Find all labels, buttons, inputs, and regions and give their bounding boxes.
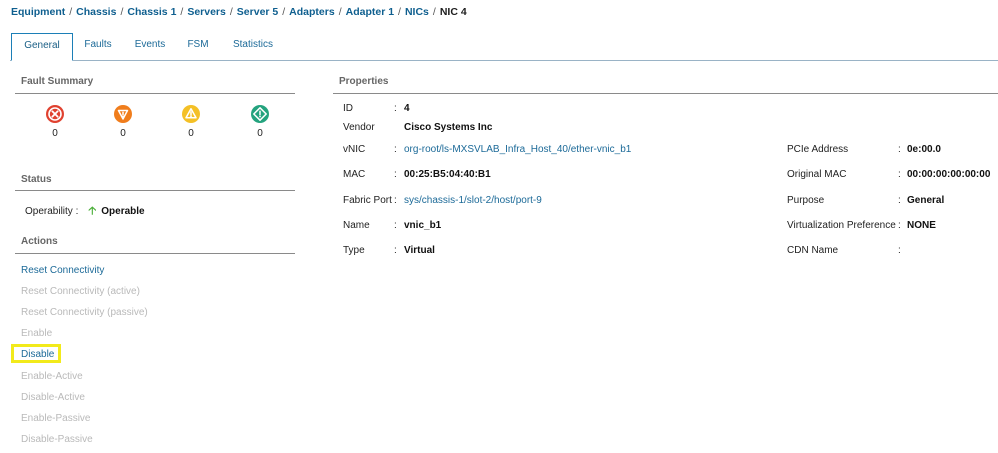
property-colon: : (898, 169, 901, 180)
breadcrumb-separator: / (398, 6, 401, 18)
breadcrumb-adapters[interactable]: Adapters (289, 6, 335, 18)
actions-title: Actions (21, 236, 58, 247)
vnic-link[interactable]: org-root/ls-MXSVLAB_Infra_Host_40/ether-… (404, 144, 631, 155)
property-label: Vendor (343, 122, 375, 133)
breadcrumb-nics[interactable]: NICs (405, 6, 429, 18)
property-value: 4 (404, 103, 410, 114)
enable-active-link: Enable-Active (21, 371, 83, 382)
breadcrumb-separator: / (229, 6, 233, 18)
breadcrumb-separator: / (338, 6, 342, 18)
divider (15, 253, 295, 254)
critical-fault-icon (46, 105, 64, 123)
breadcrumb: Equipment / Chassis / Chassis 1/ Servers / … (11, 5, 467, 19)
minor-fault-count: 0 (188, 128, 194, 139)
property-colon: : (394, 220, 397, 231)
breadcrumb-equipment[interactable]: Equipment (11, 6, 65, 18)
breadcrumb-separator: / (69, 6, 73, 18)
property-colon: : (394, 245, 397, 256)
operability-value: Operable (101, 206, 145, 217)
disable-passive-link: Disable-Passive (21, 434, 93, 445)
property-value: 0e:00.0 (907, 144, 941, 155)
property-value: 00:00:00:00:00:00 (907, 169, 991, 180)
property-colon: : (898, 220, 901, 231)
breadcrumb-chassis-1[interactable]: Chassis 1 (127, 6, 176, 18)
tab-faults[interactable]: Faults (78, 33, 118, 59)
status-title: Status (21, 174, 52, 185)
tab-statistics[interactable]: Statistics (224, 33, 282, 59)
operability-row: Operability : 🡡 Operable (25, 202, 145, 221)
property-label: Name (343, 220, 370, 231)
property-colon: : (394, 195, 397, 206)
property-value: 00:25:B5:04:40:B1 (404, 169, 491, 180)
breadcrumb-server-5[interactable]: Server 5 (237, 6, 278, 18)
tab-general[interactable]: General (11, 33, 73, 61)
tab-fsm[interactable]: FSM (182, 33, 214, 59)
breadcrumb-adapter-1[interactable]: Adapter 1 (346, 6, 394, 18)
property-colon: : (394, 169, 397, 180)
properties-title: Properties (339, 76, 389, 87)
property-label: CDN Name (787, 245, 839, 256)
property-value: vnic_b1 (404, 220, 442, 231)
property-value: NONE (907, 220, 936, 231)
property-label: Fabric Port (343, 195, 392, 206)
warning-fault-icon (251, 105, 269, 123)
fault-warning[interactable]: 0 (247, 104, 273, 139)
property-label: Purpose (787, 195, 825, 206)
fabric-port-link[interactable]: sys/chassis-1/slot-2/host/port-9 (404, 195, 542, 206)
minor-fault-icon (182, 105, 200, 123)
breadcrumb-chassis[interactable]: Chassis (76, 6, 116, 18)
divider (333, 93, 998, 94)
fault-major[interactable]: 0 (110, 104, 136, 139)
property-label: vNIC (343, 144, 366, 155)
major-fault-icon (114, 105, 132, 123)
tab-bar: General Faults Events FSM Statistics (10, 33, 998, 61)
breadcrumb-servers[interactable]: Servers (187, 6, 226, 18)
up-arrow-icon: 🡡 (88, 205, 97, 217)
reset-connectivity-link[interactable]: Reset Connectivity (21, 265, 104, 276)
reset-connectivity-passive-link: Reset Connectivity (passive) (21, 307, 148, 318)
property-colon: : (394, 144, 397, 155)
disable-active-link: Disable-Active (21, 392, 85, 403)
enable-passive-link: Enable-Passive (21, 413, 91, 424)
property-value: Virtual (404, 245, 435, 256)
property-label: MAC (343, 169, 366, 180)
breadcrumb-separator: / (120, 6, 124, 18)
disable-link[interactable]: Disable (21, 349, 54, 360)
breadcrumb-nic-4: NIC 4 (439, 6, 467, 18)
fault-minor[interactable]: 0 (178, 104, 204, 139)
property-label: Virtualization Preference (787, 220, 896, 231)
reset-connectivity-active-link: Reset Connectivity (active) (21, 286, 140, 297)
property-colon: : (898, 144, 901, 155)
property-label: ID (343, 103, 353, 114)
property-label: Type (343, 245, 365, 256)
breadcrumb-separator: / (432, 6, 436, 18)
property-colon: : (898, 195, 901, 206)
operability-label: Operability : (25, 206, 79, 217)
warning-fault-count: 0 (257, 128, 263, 139)
major-fault-count: 0 (120, 128, 126, 139)
fault-summary-title: Fault Summary (21, 76, 94, 87)
critical-fault-count: 0 (52, 128, 58, 139)
tab-events[interactable]: Events (128, 33, 172, 59)
divider (15, 190, 295, 191)
property-value: Cisco Systems Inc (404, 122, 493, 133)
property-label: PCIe Address (787, 144, 849, 155)
property-value: General (907, 195, 945, 206)
enable-link: Enable (21, 328, 53, 339)
breadcrumb-separator: / (282, 6, 286, 18)
fault-critical[interactable]: 0 (42, 104, 68, 139)
breadcrumb-separator: / (180, 6, 184, 18)
property-label: Original MAC (787, 169, 847, 180)
divider (15, 93, 295, 94)
property-colon: : (394, 103, 397, 114)
property-colon: : (898, 245, 901, 256)
